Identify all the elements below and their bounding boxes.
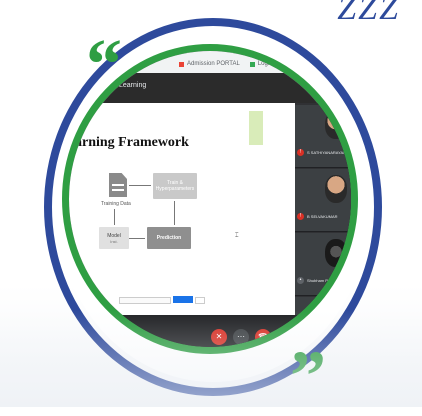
- slide-title: arning Framework: [75, 135, 189, 150]
- participant-name: B SELVAKUMAR: [307, 214, 338, 219]
- person-photo-icon: [325, 175, 347, 203]
- slide-secondary-button[interactable]: [195, 297, 205, 304]
- mic-muted-icon: !: [297, 149, 304, 156]
- browser-tab[interactable]: Admission PORTAL: [179, 61, 240, 67]
- tab-favicon-icon: [179, 61, 184, 67]
- flow-arrow: [174, 201, 175, 225]
- prediction-box-label: Prediction: [156, 235, 182, 241]
- slide-accent: [249, 111, 263, 145]
- train-box-sub: Hyperparameters: [155, 186, 195, 192]
- flow-arrow: [114, 209, 115, 225]
- model-box-sub: Inst.: [110, 238, 118, 244]
- participant-name: Shubham Pandit: [307, 278, 337, 283]
- person-photo-icon: [325, 111, 347, 139]
- participant-name: S SATHIYANARAYANAN: [307, 150, 352, 155]
- train-box: Train & Hyperparameters: [153, 173, 197, 199]
- training-data-label: Training Data: [101, 201, 131, 207]
- flow-arrow: [129, 238, 145, 239]
- shared-slide: arning Framework: [69, 103, 295, 315]
- corner-decoration-text: ZZZ: [337, 0, 400, 27]
- browser-topbar: Admission PORTAL Login Learning: [69, 51, 351, 103]
- participant-tile[interactable]: ! B SELVAKUMAR: [295, 169, 351, 232]
- browser-tab-strip: Admission PORTAL Login: [179, 61, 272, 67]
- mic-icon: •: [297, 277, 304, 284]
- slide-search-input[interactable]: [119, 297, 171, 304]
- document-icon: [109, 173, 127, 197]
- person-photo-icon: [325, 239, 347, 267]
- tab-label: Admission PORTAL: [187, 61, 240, 67]
- browser-tab[interactable]: Login: [249, 61, 273, 67]
- participant-tile[interactable]: • Shubham Pandit: [295, 233, 351, 296]
- slide-submit-button[interactable]: [173, 296, 193, 303]
- mic-muted-icon: !: [297, 213, 304, 220]
- meeting-screen: Admission PORTAL Login Learning arning F…: [69, 51, 351, 347]
- meeting-title: Learning: [119, 82, 147, 89]
- tab-label: Login: [257, 61, 273, 67]
- tab-favicon-icon: [249, 61, 255, 67]
- model-box: Model Inst.: [99, 227, 129, 249]
- bottom-shade: [0, 310, 422, 407]
- meeting-titlebar: Learning: [69, 73, 351, 103]
- mouse-cursor-icon: ⌶: [235, 233, 239, 239]
- prediction-box: Prediction: [147, 227, 191, 249]
- participant-tile[interactable]: ! S SATHIYANARAYANAN: [295, 105, 352, 168]
- flow-arrow: [129, 185, 151, 186]
- screenshot-frame: Admission PORTAL Login Learning arning F…: [62, 44, 358, 354]
